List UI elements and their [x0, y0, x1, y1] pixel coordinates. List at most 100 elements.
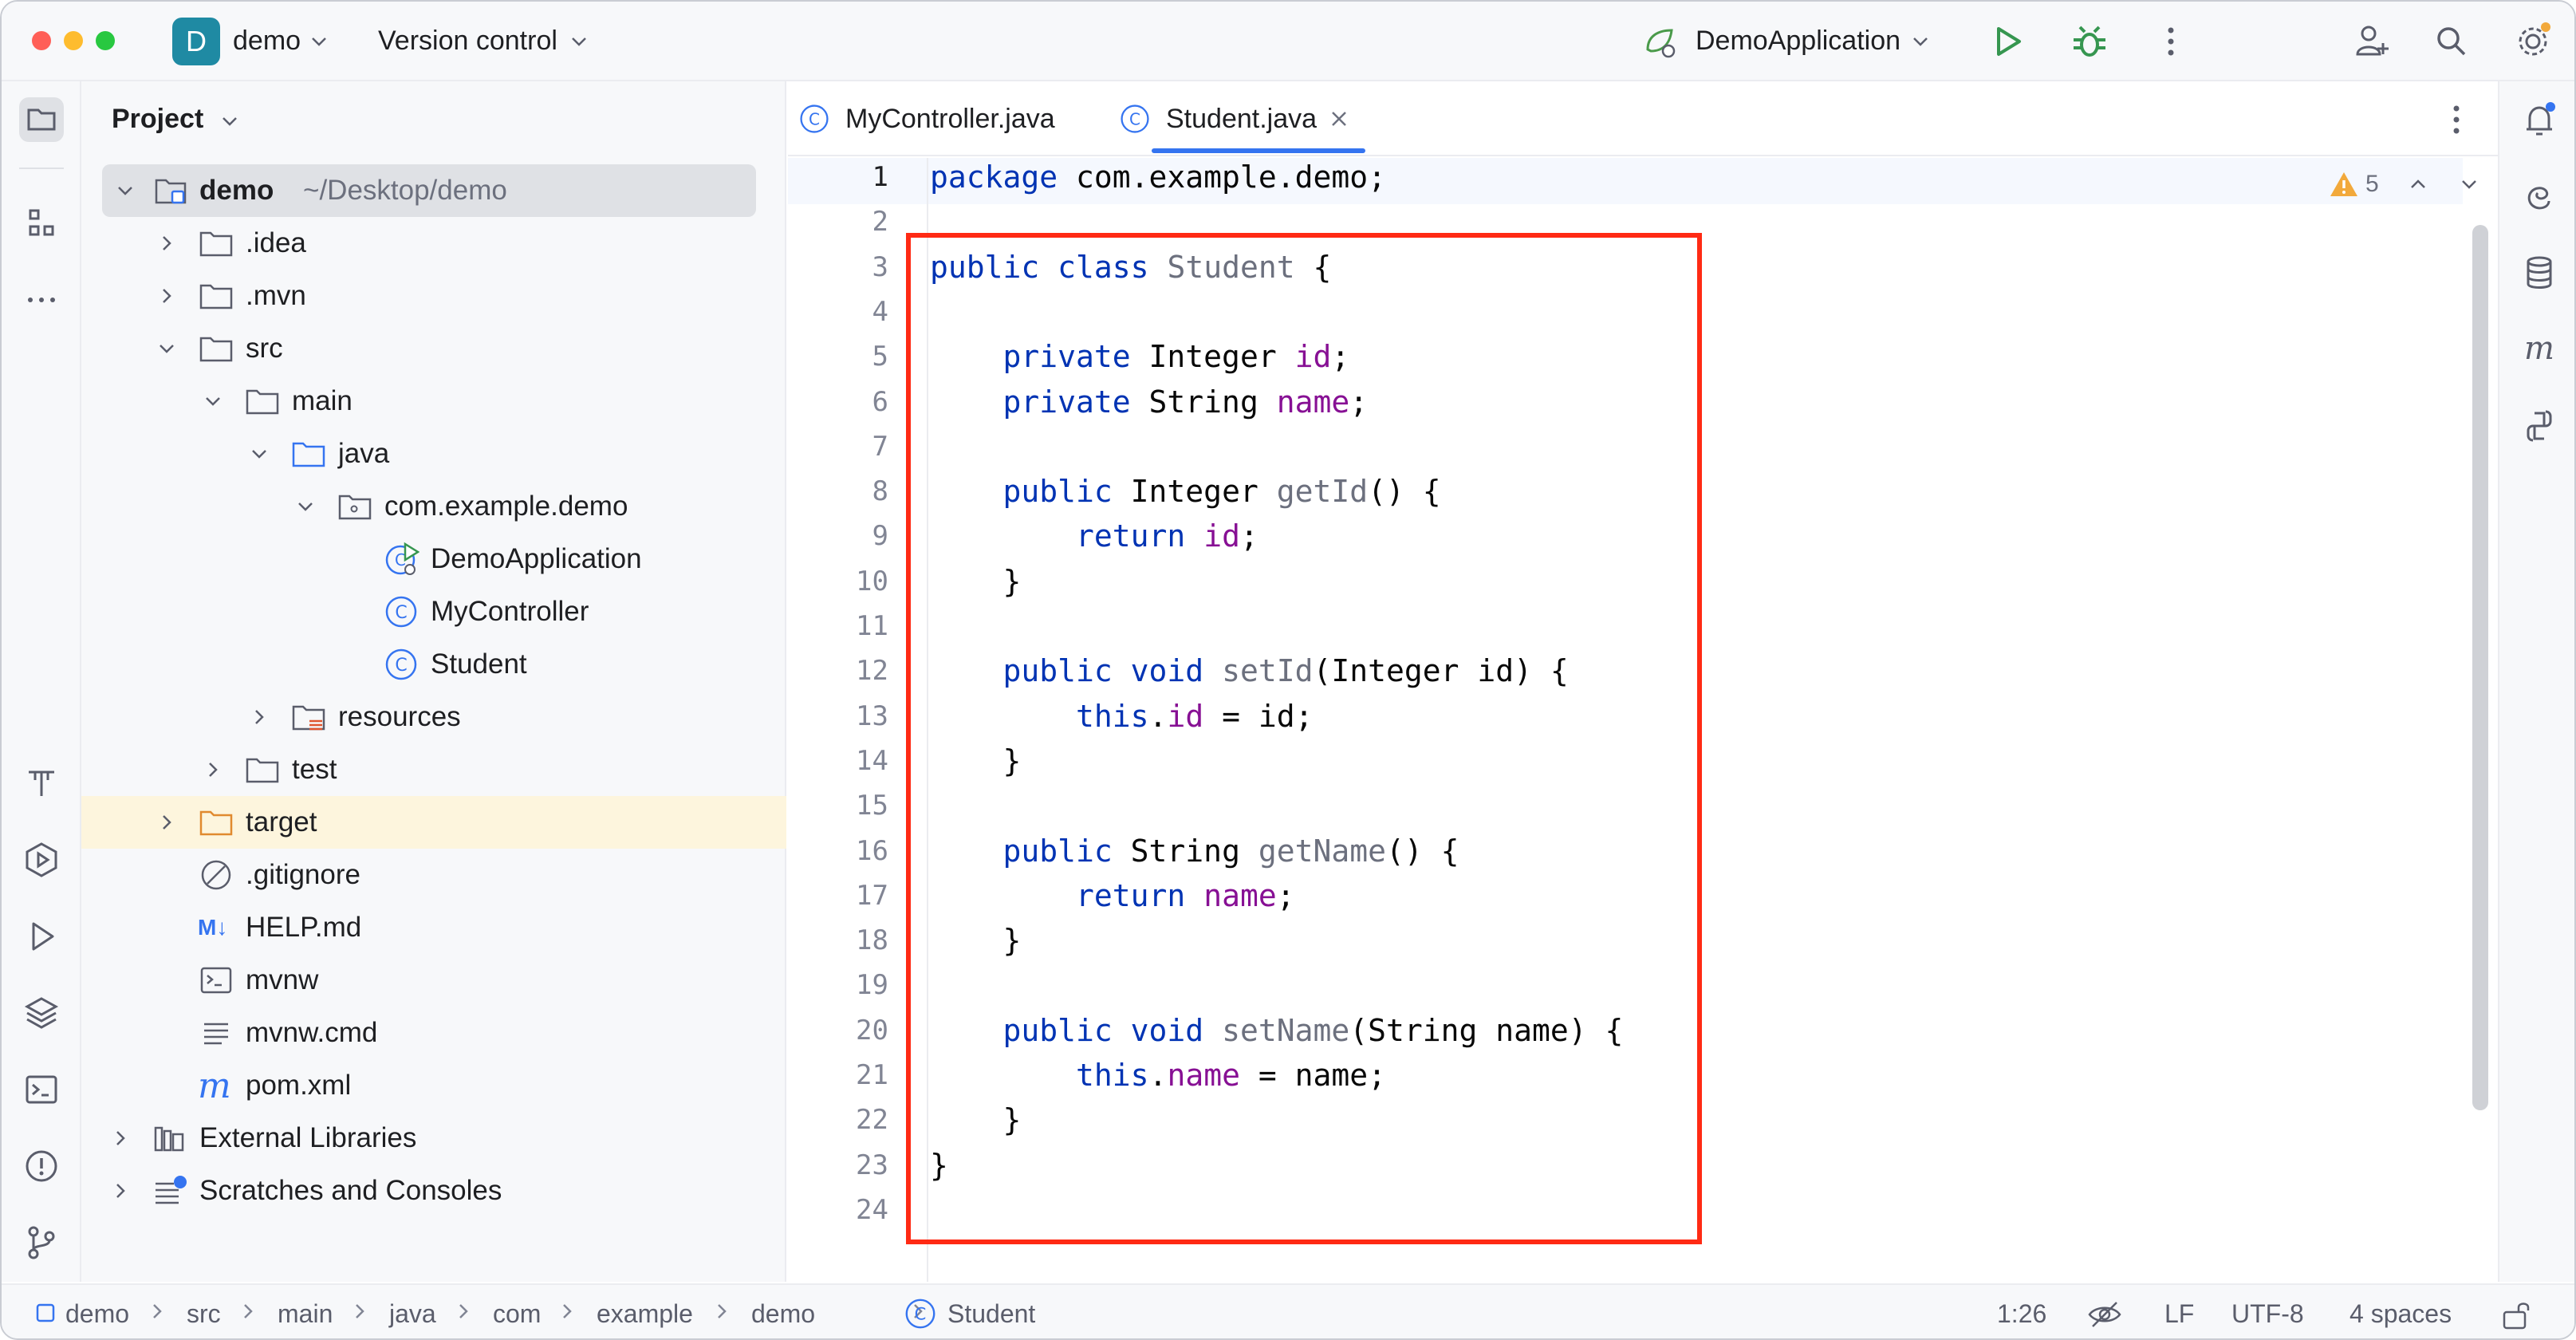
run-configuration-selector[interactable]: DemoApplication — [1696, 26, 1900, 57]
structure-icon[interactable] — [19, 201, 64, 246]
tree-item-demoapplication[interactable]: C DemoApplication — [81, 533, 786, 585]
line-number[interactable]: 4 — [809, 296, 888, 328]
settings-icon[interactable] — [2511, 19, 2555, 64]
inspection-widget[interactable]: 5 — [2329, 169, 2481, 199]
run-icon[interactable] — [1986, 19, 2030, 64]
line-number[interactable]: 21 — [809, 1059, 888, 1091]
line-number[interactable]: 8 — [809, 475, 888, 507]
chevron-right-icon[interactable] — [247, 705, 271, 729]
chevron-down-icon[interactable] — [293, 495, 317, 518]
line-number[interactable]: 5 — [809, 341, 888, 372]
line-number[interactable]: 14 — [809, 745, 888, 777]
indent-setting[interactable]: 4 spaces — [2350, 1299, 2452, 1329]
database-icon[interactable] — [2517, 250, 2562, 295]
breadcrumb-item[interactable]: src — [187, 1299, 221, 1329]
add-user-icon[interactable] — [2350, 19, 2394, 64]
line-number[interactable]: 19 — [809, 969, 888, 1001]
project-badge[interactable]: D — [172, 18, 220, 65]
line-number[interactable]: 22 — [809, 1104, 888, 1136]
chevron-down-icon[interactable] — [113, 179, 137, 203]
chevron-down-icon[interactable] — [247, 442, 271, 466]
python-console-icon[interactable] — [2517, 404, 2562, 448]
breadcrumb-item[interactable]: example — [597, 1299, 693, 1329]
line-number-gutter[interactable]: 1 2 3 4 5 6 7 8 9 10 11 12 13 14 15 16 17 18 19 20 21 22 23 24 — [788, 158, 916, 1282]
tree-item-test[interactable]: test — [81, 743, 786, 796]
readonly-eye-off-icon[interactable] — [2086, 1296, 2123, 1333]
chevron-right-icon[interactable] — [201, 758, 225, 782]
tree-item-target[interactable]: target — [81, 796, 786, 849]
tree-item-scratches[interactable]: Scratches and Consoles — [81, 1165, 786, 1217]
breadcrumb-item[interactable]: demo — [751, 1299, 815, 1329]
chevron-down-icon[interactable] — [2457, 172, 2481, 196]
line-number[interactable]: 15 — [809, 790, 888, 822]
services-icon[interactable] — [19, 838, 64, 882]
line-number[interactable]: 1 — [809, 161, 888, 193]
line-number[interactable]: 2 — [809, 206, 888, 238]
maven-tool-icon[interactable]: m — [2517, 327, 2562, 372]
more-horizontal-icon[interactable] — [19, 278, 64, 322]
version-control-menu[interactable]: Version control — [378, 26, 557, 57]
tab-mycontroller-java[interactable]: C MyController.java — [798, 81, 1055, 156]
line-number[interactable]: 13 — [809, 700, 888, 732]
zoom-window-button[interactable] — [96, 31, 115, 50]
breadcrumb-item[interactable]: com — [493, 1299, 541, 1329]
line-number[interactable]: 16 — [809, 835, 888, 867]
line-number[interactable]: 17 — [809, 880, 888, 912]
chevron-right-icon[interactable] — [155, 284, 179, 308]
tree-item-help-md[interactable]: M↓ HELP.md — [81, 901, 786, 954]
tab-student-java[interactable]: C Student.java — [1118, 81, 1350, 156]
caret-position[interactable]: 1:26 — [1997, 1299, 2046, 1329]
line-number[interactable]: 7 — [809, 431, 888, 463]
chevron-down-icon[interactable] — [1909, 30, 1932, 53]
terminal-icon[interactable] — [19, 1067, 64, 1112]
lock-icon[interactable] — [2498, 1296, 2535, 1333]
notifications-icon[interactable] — [2517, 97, 2562, 142]
debug-icon[interactable] — [2067, 19, 2112, 64]
tree-item-resources[interactable]: resources — [81, 691, 786, 743]
chevron-right-icon[interactable] — [108, 1126, 132, 1150]
project-switcher[interactable]: demo — [233, 26, 301, 57]
line-number[interactable]: 20 — [809, 1015, 888, 1046]
close-tab-icon[interactable] — [1328, 108, 1350, 130]
breadcrumb-item[interactable]: main — [278, 1299, 333, 1329]
breadcrumb-item[interactable]: java — [389, 1299, 436, 1329]
build-icon[interactable] — [19, 761, 64, 806]
line-number[interactable]: 24 — [809, 1194, 888, 1226]
line-separator[interactable]: LF — [2164, 1299, 2194, 1329]
project-panel-title[interactable]: Project — [112, 104, 203, 135]
layers-icon[interactable] — [19, 991, 64, 1035]
breadcrumb-item[interactable]: Student — [947, 1299, 1035, 1329]
tree-item-mvnw-cmd[interactable]: mvnw.cmd — [81, 1007, 786, 1059]
file-encoding[interactable]: UTF-8 — [2231, 1299, 2304, 1329]
tree-item-src[interactable]: src — [81, 322, 786, 375]
minimize-window-button[interactable] — [64, 31, 83, 50]
tree-item-package[interactable]: com.example.demo — [81, 480, 786, 533]
breadcrumb-item[interactable]: demo — [65, 1299, 129, 1329]
line-number[interactable]: 6 — [809, 386, 888, 418]
line-number[interactable]: 12 — [809, 655, 888, 687]
tree-item-main[interactable]: main — [81, 375, 786, 428]
tree-item-mycontroller[interactable]: C MyController — [81, 585, 786, 638]
chevron-up-icon[interactable] — [2406, 172, 2430, 196]
tree-item-java[interactable]: java — [81, 428, 786, 480]
line-number[interactable]: 23 — [809, 1149, 888, 1181]
tree-item-idea[interactable]: .idea — [81, 217, 786, 270]
chevron-down-icon[interactable] — [568, 30, 590, 53]
line-number[interactable]: 11 — [809, 610, 888, 642]
line-number[interactable]: 3 — [809, 251, 888, 283]
more-vertical-icon[interactable] — [2434, 97, 2479, 142]
editor-vertical-scrollbar[interactable] — [2472, 225, 2488, 1110]
ai-assistant-icon[interactable] — [2517, 174, 2562, 219]
chevron-right-icon[interactable] — [155, 810, 179, 834]
more-vertical-icon[interactable] — [2149, 19, 2193, 64]
chevron-down-icon[interactable] — [219, 110, 241, 132]
tree-item-pom-xml[interactable]: m pom.xml — [81, 1059, 786, 1112]
line-number[interactable]: 18 — [809, 924, 888, 956]
run-tool-icon[interactable] — [19, 914, 64, 959]
tree-item-demo[interactable]: demo ~/Desktop/demo — [102, 164, 756, 217]
tree-item-gitignore[interactable]: .gitignore — [81, 849, 786, 901]
line-number[interactable]: 9 — [809, 520, 888, 552]
chevron-down-icon[interactable] — [201, 389, 225, 413]
tree-item-student[interactable]: C Student — [81, 638, 786, 691]
tree-item-mvnw[interactable]: mvnw — [81, 954, 786, 1007]
